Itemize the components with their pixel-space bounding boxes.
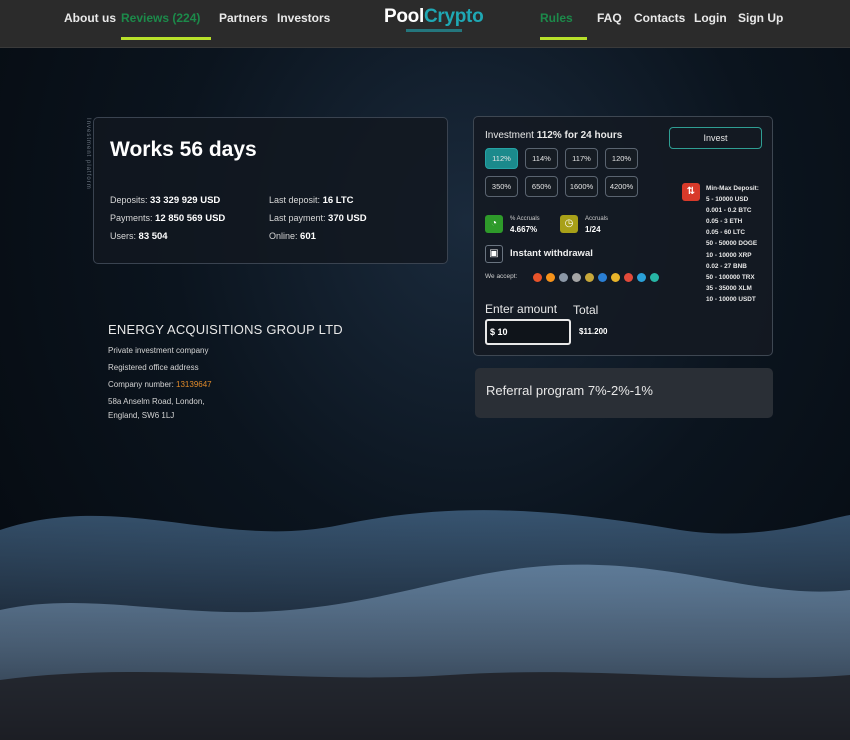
min-max-item: 0.02 - 27 BNB [706,262,747,270]
plan-350-button[interactable]: 350% [485,176,518,197]
nav-contacts[interactable]: Contacts [634,11,685,39]
min-max-item: 0.05 - 60 LTC [706,229,745,237]
logo-pool-text: Pool [384,6,424,27]
investment-plan-title: Investment 112% for 24 hours [485,130,622,141]
payments-label: Payments: [110,213,153,223]
min-max-title: Min-Max Deposit: [706,185,759,192]
users-value: 83 504 [138,231,168,242]
coin-icon [533,273,542,282]
nav-rules[interactable]: Rules [540,11,587,40]
accruals-value: 1/24 [585,225,601,234]
min-max-item: 35 - 35000 XLM [706,284,752,292]
min-max-item: 50 - 50000 DOGE [706,240,758,248]
invest-button[interactable]: Invest [669,127,762,149]
works-days-title: Works 56 days [110,138,257,161]
company-number-label: Company number: [108,380,177,389]
amount-input[interactable]: $ 10 [485,319,571,345]
last-payment-stat: Last payment: 370 USD [269,213,367,224]
logo-underline [406,29,462,32]
payments-stat: Payments: 12 850 569 USD [110,213,225,224]
nav-partners[interactable]: Partners [219,11,268,39]
min-max-item: 5 - 10000 USD [706,196,749,204]
company-office-label: Registered office address [108,363,199,372]
company-number-link[interactable]: 13139647 [176,380,212,389]
coin-icon [637,273,646,282]
coin-icon [559,273,568,282]
min-max-item: 10 - 10000 XRP [706,251,752,259]
nav-investors[interactable]: Investors [277,11,330,39]
clock-icon: ◷ [560,215,578,233]
online-value: 601 [300,231,316,242]
plan-112-button[interactable]: 112% [485,148,518,169]
plan-117-button[interactable]: 117% [565,148,598,169]
company-address-line2: England, SW6 1LJ [108,411,175,420]
particle-waves-background [0,510,850,740]
deposits-stat: Deposits: 33 329 929 USD [110,195,220,206]
plan-114-button[interactable]: 114% [525,148,558,169]
coin-icon [546,273,555,282]
invest-calculator-card: Investment 112% for 24 hours Invest 112%… [473,116,773,356]
we-accept-label: We accept: [485,273,518,280]
coin-icon [572,273,581,282]
company-address-line1: 58a Anselm Road, London, [108,397,205,406]
stats-panel: Works 56 days Deposits: 33 329 929 USD P… [93,117,448,264]
users-stat: Users: 83 504 [110,231,168,242]
plan-650-button[interactable]: 650% [525,176,558,197]
coin-icon [585,273,594,282]
company-type: Private investment company [108,346,209,355]
coin-icon [624,273,633,282]
wallet-icon: ▣ [485,245,503,263]
plan-120-button[interactable]: 120% [605,148,638,169]
deposits-value: 33 329 929 USD [150,195,221,206]
coin-icon [650,273,659,282]
accruals-label: Accruals [585,216,609,222]
top-navigation: About us Reviews (224) Partners Investor… [0,0,850,48]
min-max-item: 0.001 - 0.2 BTC [706,207,752,215]
instant-withdrawal-text: Instant withdrawal [510,248,593,259]
total-label: Total [573,303,599,317]
deposits-label: Deposits: [110,195,148,205]
min-max-item: 10 - 10000 USDT [706,295,756,303]
referral-program-text: Referral program 7%-2%-1% [486,383,653,398]
min-max-item: 0.05 - 3 ETH [706,218,743,226]
users-label: Users: [110,231,137,241]
pool-crypto-logo[interactable]: PoolCrypto [384,6,484,38]
accruals-percent-label: % Accruals [510,216,540,222]
accruals-percent-value: 4.667% [510,225,538,234]
nav-reviews[interactable]: Reviews (224) [121,11,211,40]
total-value: $11.200 [579,327,608,336]
online-label: Online: [269,231,298,241]
last-deposit-value: 16 LTC [322,195,354,206]
plan-1600-button[interactable]: 1600% [565,176,598,197]
company-number: Company number: 13139647 [108,380,212,389]
payments-value: 12 850 569 USD [155,213,226,224]
investment-title-prefix: Investment [485,130,537,141]
min-max-deposit-list: Min-Max Deposit: 5 - 10000 USD 0.001 - 0… [706,183,759,305]
company-name: ENERGY ACQUISITIONS GROUP LTD [108,322,343,337]
last-deposit-stat: Last deposit: 16 LTC [269,195,354,206]
enter-amount-label: Enter amount [485,302,558,316]
last-payment-label: Last payment: [269,213,326,223]
min-max-item: 50 - 100000 TRX [706,273,755,281]
plan-4200-button[interactable]: 4200% [605,176,638,197]
online-stat: Online: 601 [269,231,316,242]
nav-faq[interactable]: FAQ [597,11,622,39]
last-deposit-label: Last deposit: [269,195,321,205]
coin-icon [611,273,620,282]
min-max-deposit-icon: ⇅ [682,183,700,201]
chart-growth-icon: ◔ [485,215,503,233]
nav-sign-up[interactable]: Sign Up [738,11,783,39]
coin-icon [598,273,607,282]
nav-about-us[interactable]: About us [64,11,116,39]
logo-crypto-text: Crypto [423,6,484,27]
investment-title-plan: 112% for 24 hours [536,130,623,141]
referral-program-card[interactable]: Referral program 7%-2%-1% [475,368,773,418]
nav-login[interactable]: Login [694,11,727,39]
vertical-caption: Investment platform [85,118,91,190]
last-payment-value: 370 USD [328,213,367,224]
